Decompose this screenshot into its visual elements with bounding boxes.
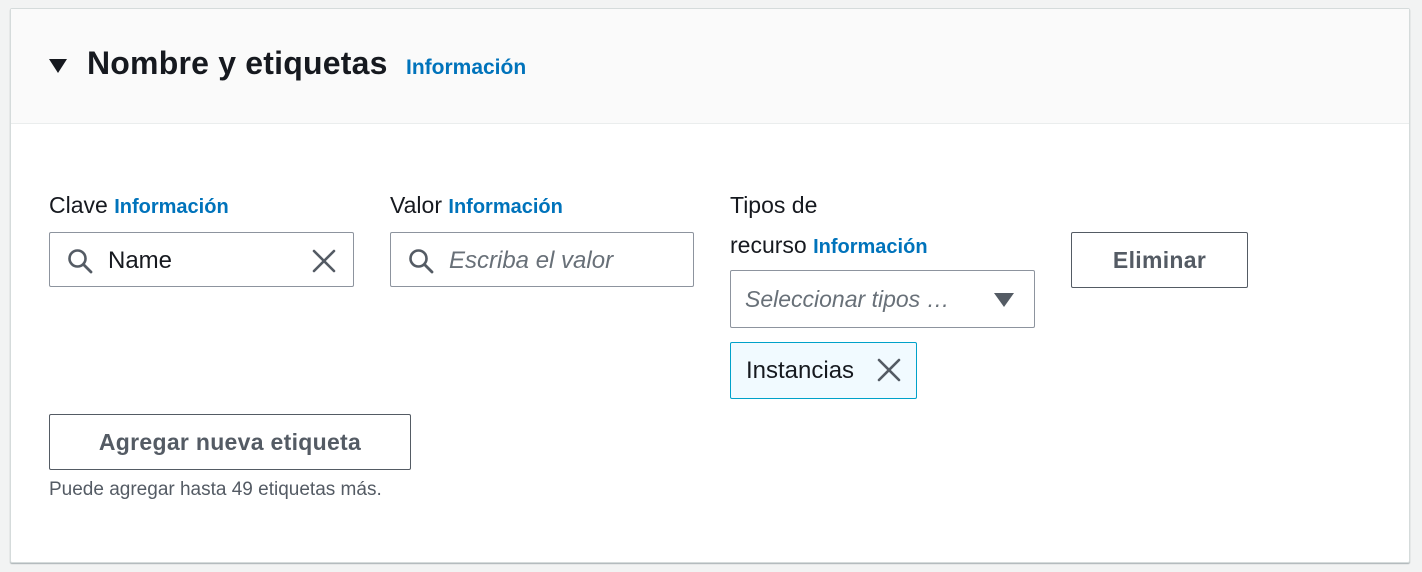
remove-tag-button[interactable]: Eliminar — [1071, 232, 1248, 288]
value-input[interactable]: Escriba el valor — [390, 232, 694, 287]
section-title: Nombre y etiquetas — [87, 45, 388, 81]
panel-header: Nombre y etiquetas Información — [11, 9, 1409, 124]
section-info-link[interactable]: Información — [406, 56, 526, 80]
tags-panel: Nombre y etiquetas Información Clave Inf… — [10, 8, 1410, 563]
resource-types-label-line2: recurso Información — [730, 225, 928, 267]
value-label-text: Valor — [390, 192, 442, 218]
value-label: Valor Información — [390, 185, 563, 227]
search-icon — [68, 249, 93, 274]
token-label: Instancias — [746, 357, 855, 384]
resource-types-info-link[interactable]: Información — [813, 236, 927, 258]
value-input-placeholder: Escriba el valor — [449, 247, 614, 274]
key-label: Clave Información — [49, 185, 229, 227]
resource-types-label-line1: Tipos de — [730, 192, 818, 218]
value-info-link[interactable]: Información — [448, 196, 562, 218]
close-icon[interactable] — [311, 248, 337, 274]
tag-limit-hint: Puede agregar hasta 49 etiquetas más. — [49, 479, 382, 500]
key-info-link[interactable]: Información — [114, 196, 228, 218]
resource-type-token: Instancias — [730, 342, 917, 399]
resource-types-label-text: recurso — [730, 232, 807, 258]
resource-types-select[interactable]: Seleccionar tipos … — [730, 270, 1035, 328]
caret-down-icon — [994, 293, 1014, 307]
key-input[interactable]: Name — [49, 232, 354, 287]
resource-types-placeholder: Seleccionar tipos … — [745, 286, 950, 312]
key-label-text: Clave — [49, 192, 108, 218]
collapse-caret-icon[interactable] — [49, 59, 67, 73]
add-tag-button[interactable]: Agregar nueva etiqueta — [49, 414, 411, 470]
close-icon[interactable] — [876, 357, 902, 383]
key-input-value: Name — [108, 247, 173, 274]
search-icon — [409, 249, 434, 274]
